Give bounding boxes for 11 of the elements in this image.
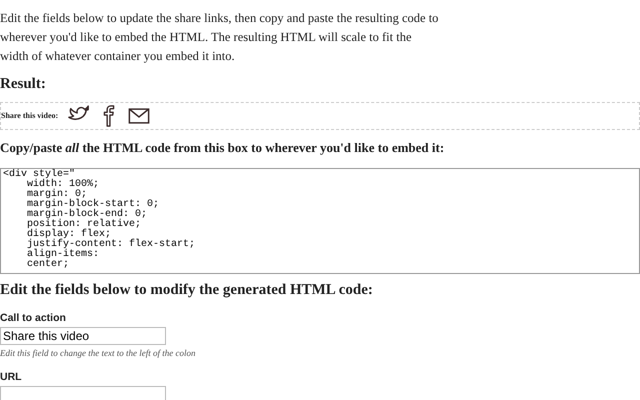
field-label: Call to action [0, 312, 67, 325]
copy-heading: Copy/paste all the HTML code from this box to wherever you'd like to embed it: [0, 139, 446, 157]
share-label: Share this video: [1, 110, 58, 122]
field-label: URL [0, 371, 23, 384]
code-field[interactable]: <div style=" width: 100%; margin: 0; margin-block-start: 0; margin-block-end: 0; position: relative; display: flex; justify-content: flex-start; align-items: center; [0, 168, 640, 274]
input-field[interactable] [0, 386, 166, 400]
result-heading: Result: [0, 75, 47, 93]
input-field[interactable]: Share this video [0, 327, 166, 345]
field-hint: Edit this field to change the text to the left of the colon [0, 347, 196, 359]
fields-heading: Edit the fields below to modify the generated HTML code: [0, 281, 374, 300]
intro-paragraph: Edit the fields below to update the share links, then copy and paste the resulting code to wherever you'd like to embed the HTML. The resulting HTML will scale to fit the width of whatever container you embed it into. [0, 10, 440, 65]
